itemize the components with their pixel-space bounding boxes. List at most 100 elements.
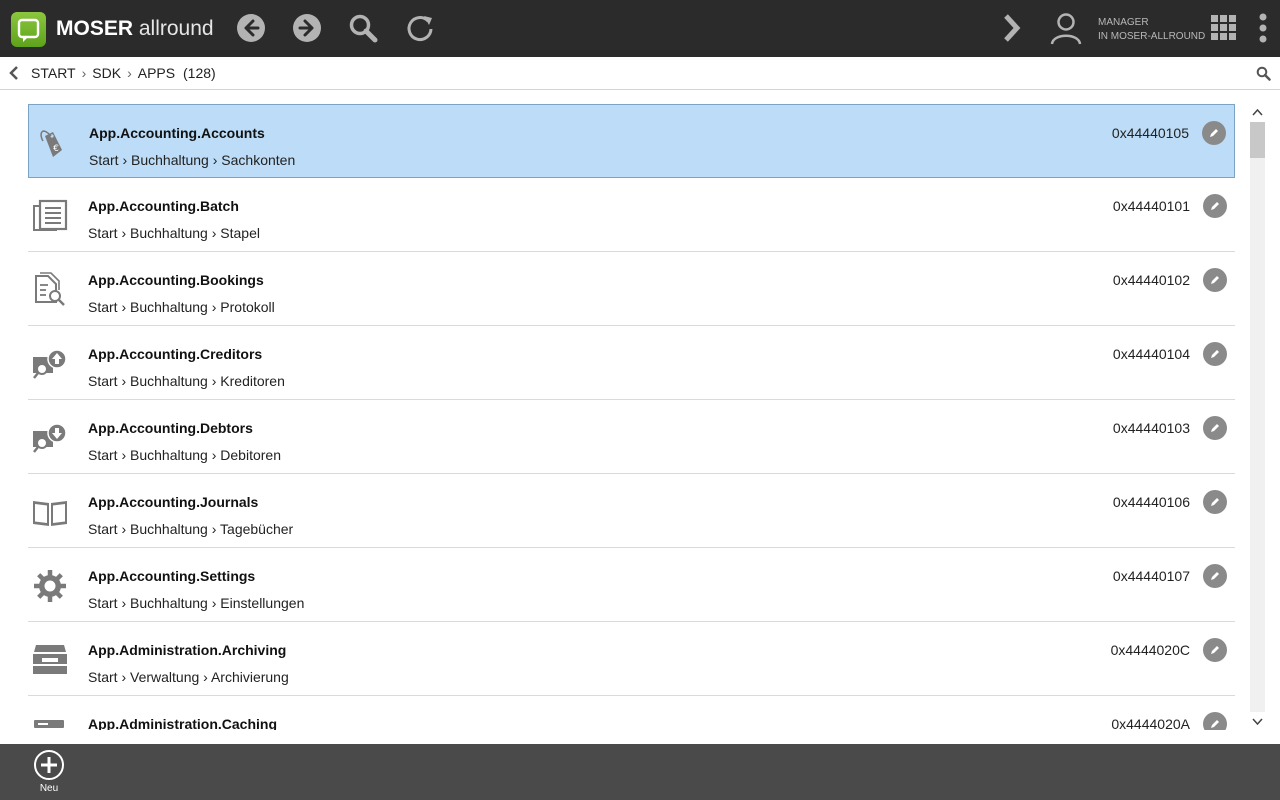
breadcrumb-item-apps[interactable]: APPS [138,65,175,81]
edit-button[interactable] [1203,268,1227,292]
app-title: App.Accounting.Journals [88,494,259,510]
pencil-icon [1211,202,1219,210]
new-button[interactable] [33,749,65,781]
edit-button[interactable] [1203,490,1227,514]
app-path: Start › Buchhaltung › Einstellungen [88,595,305,611]
breadcrumb-item-start[interactable]: START [31,65,76,81]
breadcrumb: START › SDK › APPS (128) [31,65,216,81]
app-title: App.Accounting.Accounts [89,125,265,141]
top-bar: MOSER allround MANAGER IN MOSER-ALLROUND [0,0,1280,57]
app-title: App.Accounting.Batch [88,198,239,214]
list-item[interactable]: App.Accounting.Journals Start › Buchhalt… [28,474,1235,548]
breadcrumb-count: (128) [183,65,216,81]
person-search-upload-icon [33,349,67,379]
scroll-up-icon[interactable] [1252,107,1263,118]
app-code: 0x44440101 [1112,198,1190,214]
app-path: Start › Verwaltung › Archivierung [88,669,289,685]
bottom-bar: Neu [0,744,1280,800]
pencil-icon [1211,498,1219,506]
scrollbar[interactable] [1249,104,1266,730]
plus-circle-icon [34,750,64,780]
list-item[interactable]: App.Administration.Caching 0x4444020A [28,696,1235,730]
app-code: 0x4444020C [1110,642,1190,658]
list-item[interactable]: App.Accounting.Batch Start › Buchhaltung… [28,178,1235,252]
edit-button[interactable] [1203,638,1227,662]
list-item[interactable]: App.Accounting.Creditors Start › Buchhal… [28,326,1235,400]
app-brand: MOSER allround [56,16,214,42]
person-search-download-icon [33,423,67,453]
svg-text:€: € [53,144,59,154]
edit-button[interactable] [1202,121,1226,145]
scrollbar-thumb[interactable] [1250,122,1265,158]
pencil-icon [1211,646,1219,654]
app-title: App.Accounting.Creditors [88,346,263,362]
brand-light: allround [138,17,214,40]
open-book-icon [33,501,67,526]
gear-icon [34,570,66,602]
search-icon [349,14,378,43]
edit-button[interactable] [1203,194,1227,218]
edit-button[interactable] [1203,712,1227,730]
chevron-left-icon[interactable] [8,65,20,81]
pencil-icon [1211,276,1219,284]
back-button[interactable] [235,12,267,44]
user-avatar[interactable] [1050,11,1082,45]
edit-button[interactable] [1203,564,1227,588]
document-search-icon [35,272,65,306]
pencil-icon [1211,572,1219,580]
app-path: Start › Buchhaltung › Sachkonten [89,152,296,168]
app-list: € App.Accounting.Accounts Start › Buchha… [28,104,1235,730]
pencil-icon [1210,129,1218,137]
list-item[interactable]: App.Accounting.Bookings Start › Buchhalt… [28,252,1235,326]
archive-box-icon [33,645,67,674]
app-code: 0x44440107 [1112,568,1190,584]
app-title: App.Administration.Archiving [88,642,287,658]
price-tag-euro-icon: € [40,130,62,157]
app-path: Start › Buchhaltung › Stapel [88,225,260,241]
user-icon [1050,13,1082,45]
list-item[interactable]: App.Accounting.Debtors Start › Buchhaltu… [28,400,1235,474]
app-logo-icon[interactable] [11,12,46,47]
user-info[interactable]: MANAGER IN MOSER-ALLROUND [1098,16,1205,44]
breadcrumb-bar: START › SDK › APPS (128) [0,57,1280,90]
search-icon[interactable] [1256,66,1271,81]
apps-grid-button[interactable] [1209,13,1241,45]
chevron-right-icon [1004,14,1021,42]
grid-icon [1211,15,1236,40]
app-title: App.Accounting.Bookings [88,272,264,288]
pencil-icon [1211,424,1219,432]
app-path: Start › Buchhaltung › Tagebücher [88,521,294,537]
app-code: 0x4444020A [1111,716,1190,730]
forward-button[interactable] [291,12,323,44]
app-code: 0x44440102 [1112,272,1190,288]
arrow-right-circle-icon [293,14,321,42]
more-vertical-icon [1259,13,1267,43]
brand-bold: MOSER [56,17,134,40]
pencil-icon [1211,720,1219,728]
list-item[interactable]: App.Administration.Archiving Start › Ver… [28,622,1235,696]
app-code: 0x44440104 [1112,346,1190,362]
expand-button[interactable] [996,12,1028,44]
pencil-icon [1211,350,1219,358]
edit-button[interactable] [1203,342,1227,366]
app-path: Start › Buchhaltung › Protokoll [88,299,275,315]
scroll-down-icon[interactable] [1252,716,1263,727]
app-title: App.Accounting.Debtors [88,420,253,436]
app-code: 0x44440106 [1112,494,1190,510]
user-org: IN MOSER-ALLROUND [1098,31,1206,42]
list-item[interactable]: App.Accounting.Settings Start › Buchhalt… [28,548,1235,622]
app-path: Start › Buchhaltung › Kreditoren [88,373,285,389]
edit-button[interactable] [1203,416,1227,440]
more-menu-button[interactable] [1252,12,1274,44]
search-button[interactable] [347,12,379,44]
scrollbar-track[interactable] [1250,122,1265,712]
arrow-left-circle-icon [237,14,265,42]
refresh-button[interactable] [404,12,436,44]
server-icon [34,720,64,728]
new-button-label: Neu [39,783,59,794]
user-role: MANAGER [1098,17,1149,28]
list-item[interactable]: € App.Accounting.Accounts Start › Buchha… [28,104,1235,178]
app-title: App.Accounting.Settings [88,568,256,584]
breadcrumb-item-sdk[interactable]: SDK [92,65,121,81]
app-path: Start › Buchhaltung › Debitoren [88,447,281,463]
